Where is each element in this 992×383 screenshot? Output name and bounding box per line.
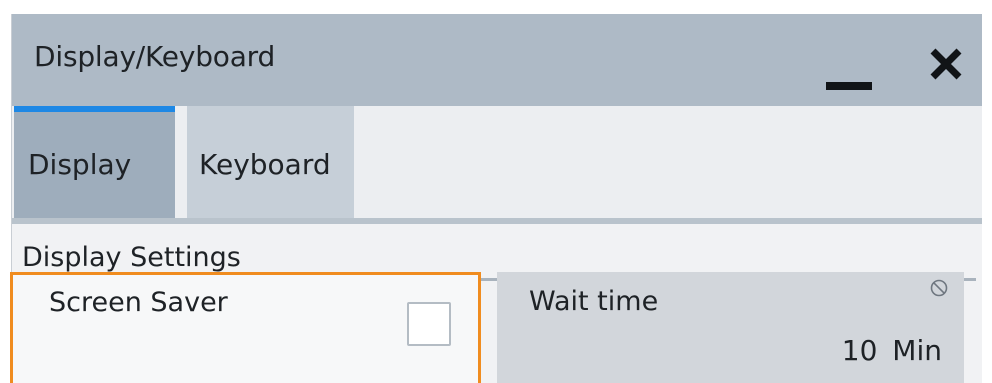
tab-label: Keyboard (199, 148, 331, 181)
close-icon (930, 48, 962, 80)
screen-saver-checkbox[interactable] (407, 302, 451, 346)
tab-display[interactable]: Display (14, 106, 175, 218)
active-tab-indicator (14, 106, 175, 112)
section-title: Display Settings (22, 242, 241, 273)
tab-bar: Display Keyboard (12, 106, 982, 224)
tab-keyboard[interactable]: Keyboard (187, 106, 354, 218)
minimize-icon (826, 82, 872, 90)
tab-bar-divider (12, 218, 982, 224)
wait-time-value: 10 Min (841, 334, 942, 367)
minimize-button[interactable] (826, 50, 874, 90)
disabled-icon (930, 279, 948, 297)
title-bar: Display/Keyboard (12, 14, 982, 106)
window-title: Display/Keyboard (34, 40, 276, 73)
screen-saver-setting[interactable]: Screen Saver (10, 272, 481, 383)
wait-time-field: Wait time 10 Min (497, 272, 964, 383)
screen-saver-label: Screen Saver (49, 287, 228, 318)
tab-label: Display (28, 148, 132, 181)
wait-time-label: Wait time (529, 286, 659, 317)
close-button[interactable] (924, 42, 968, 86)
